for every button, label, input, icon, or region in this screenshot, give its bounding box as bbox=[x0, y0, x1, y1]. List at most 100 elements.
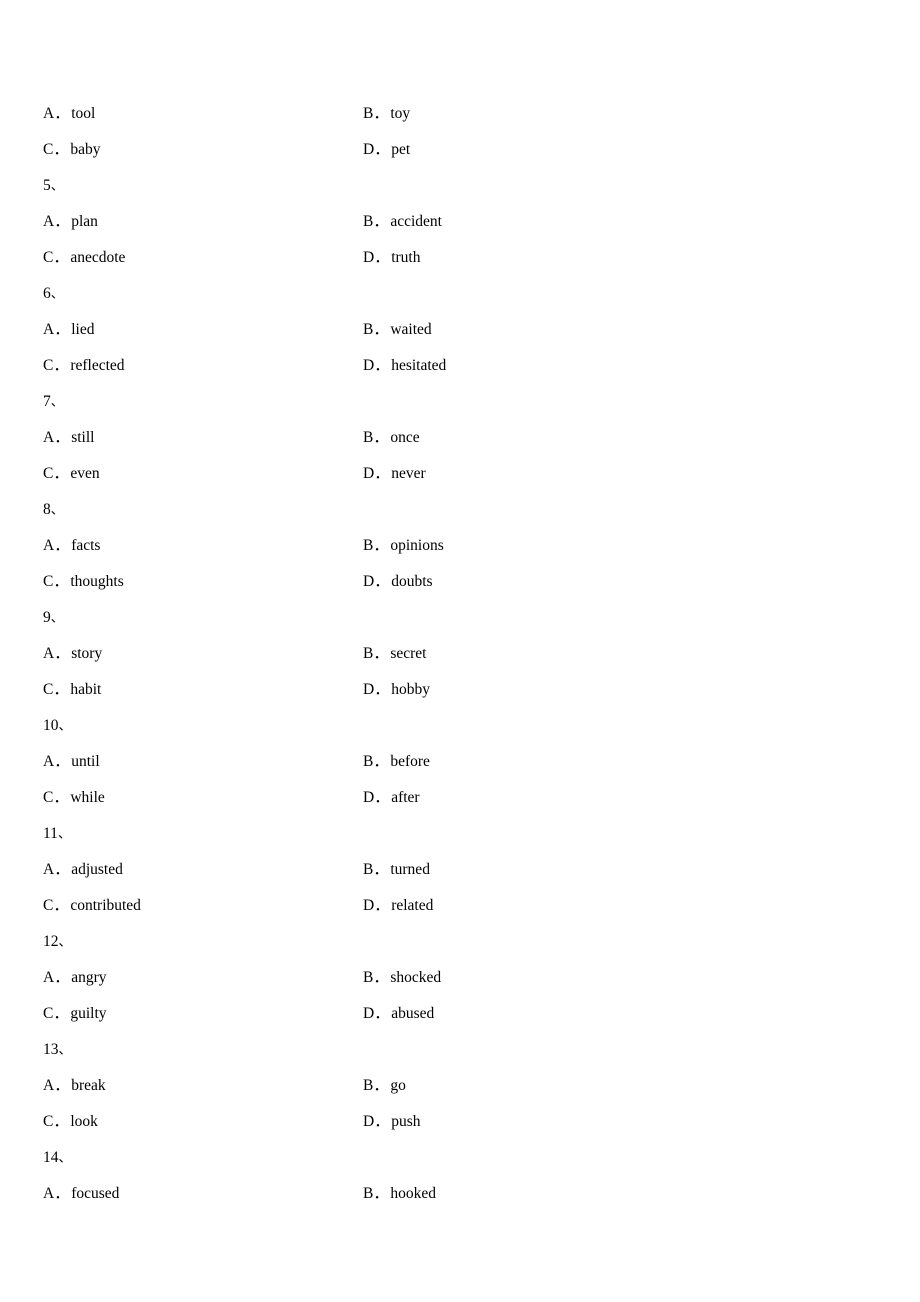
option-text: opinions bbox=[390, 537, 444, 554]
option-letter: B bbox=[363, 969, 374, 986]
option-separator: ． bbox=[53, 249, 69, 266]
option-text: toy bbox=[390, 105, 411, 122]
option-text: lied bbox=[71, 321, 95, 338]
question-marker-icon: 、 bbox=[57, 827, 71, 842]
option-letter: C bbox=[43, 357, 54, 374]
option-separator: ． bbox=[53, 897, 69, 914]
option-letter: C bbox=[43, 141, 54, 158]
option-a[interactable]: A．break bbox=[43, 1068, 106, 1104]
question-number: 7 bbox=[43, 393, 51, 410]
question-number-row: 10、 bbox=[0, 708, 920, 744]
question-number: 11 bbox=[43, 825, 58, 842]
option-d[interactable]: D．hesitated bbox=[363, 348, 446, 384]
question-number: 12 bbox=[43, 933, 59, 950]
option-text: go bbox=[390, 1077, 406, 1094]
option-separator: ． bbox=[53, 681, 69, 698]
option-b[interactable]: B．opinions bbox=[363, 528, 444, 564]
option-text: secret bbox=[390, 645, 427, 662]
option-letter: D bbox=[363, 141, 375, 158]
option-d[interactable]: D．truth bbox=[363, 240, 420, 276]
option-text: plan bbox=[71, 213, 98, 230]
option-letter: D bbox=[363, 1005, 375, 1022]
option-letter: D bbox=[363, 681, 375, 698]
option-row: A．story B．secret bbox=[0, 636, 920, 672]
option-a[interactable]: A．still bbox=[43, 420, 94, 456]
option-letter: A bbox=[43, 969, 55, 986]
option-c[interactable]: C．contributed bbox=[43, 888, 141, 924]
option-a[interactable]: A．lied bbox=[43, 312, 94, 348]
question-number: 8 bbox=[43, 501, 51, 518]
option-c[interactable]: C．reflected bbox=[43, 348, 125, 384]
question-number-row: 12、 bbox=[0, 924, 920, 960]
option-separator: ． bbox=[53, 141, 69, 158]
option-c[interactable]: C．guilty bbox=[43, 996, 107, 1032]
option-separator: ． bbox=[54, 429, 70, 446]
option-text: thoughts bbox=[70, 573, 124, 590]
option-text: after bbox=[391, 789, 420, 806]
option-b[interactable]: B．before bbox=[363, 744, 430, 780]
option-letter: B bbox=[363, 213, 374, 230]
option-text: focused bbox=[71, 1185, 120, 1202]
option-c[interactable]: C．look bbox=[43, 1104, 98, 1140]
option-a[interactable]: A．story bbox=[43, 636, 102, 672]
option-a[interactable]: A．until bbox=[43, 744, 100, 780]
option-text: hesitated bbox=[391, 357, 447, 374]
option-a[interactable]: A．plan bbox=[43, 204, 98, 240]
option-text: hooked bbox=[390, 1185, 436, 1202]
question-list: A．tool B．toy C．baby D．pet 5、 A．plan B．accident… bbox=[0, 96, 920, 1212]
option-a[interactable]: A．angry bbox=[43, 960, 107, 996]
option-separator: ． bbox=[373, 1077, 389, 1094]
option-c[interactable]: C．baby bbox=[43, 132, 100, 168]
option-row: A．angry B．shocked bbox=[0, 960, 920, 996]
option-b[interactable]: B．toy bbox=[363, 96, 410, 132]
option-text: push bbox=[391, 1113, 421, 1130]
option-text: abused bbox=[391, 1005, 435, 1022]
option-d[interactable]: D．abused bbox=[363, 996, 434, 1032]
option-row: C．thoughts D．doubts bbox=[0, 564, 920, 600]
option-separator: ． bbox=[373, 753, 389, 770]
option-b[interactable]: B．waited bbox=[363, 312, 432, 348]
option-letter: B bbox=[363, 537, 374, 554]
option-d[interactable]: D．pet bbox=[363, 132, 410, 168]
question-number-row: 5、 bbox=[0, 168, 920, 204]
option-letter: A bbox=[43, 753, 55, 770]
option-text: waited bbox=[390, 321, 432, 338]
option-d[interactable]: D．doubts bbox=[363, 564, 433, 600]
option-row: C．habit D．hobby bbox=[0, 672, 920, 708]
option-text: guilty bbox=[70, 1005, 107, 1022]
option-letter: B bbox=[363, 105, 374, 122]
option-d[interactable]: D．push bbox=[363, 1104, 421, 1140]
option-c[interactable]: C．thoughts bbox=[43, 564, 124, 600]
option-b[interactable]: B．shocked bbox=[363, 960, 441, 996]
question-number: 9 bbox=[43, 609, 51, 626]
option-letter: C bbox=[43, 249, 54, 266]
option-b[interactable]: B．accident bbox=[363, 204, 442, 240]
option-a[interactable]: A．adjusted bbox=[43, 852, 123, 888]
option-letter: A bbox=[43, 213, 55, 230]
option-a[interactable]: A．focused bbox=[43, 1176, 119, 1212]
option-a[interactable]: A．facts bbox=[43, 528, 100, 564]
option-d[interactable]: D．never bbox=[363, 456, 426, 492]
option-text: adjusted bbox=[71, 861, 123, 878]
option-separator: ． bbox=[373, 537, 389, 554]
option-b[interactable]: B．hooked bbox=[363, 1176, 436, 1212]
option-letter: C bbox=[43, 789, 54, 806]
option-text: shocked bbox=[390, 969, 442, 986]
option-c[interactable]: C．while bbox=[43, 780, 105, 816]
option-b[interactable]: B．go bbox=[363, 1068, 406, 1104]
option-b[interactable]: B．secret bbox=[363, 636, 426, 672]
option-separator: ． bbox=[373, 645, 389, 662]
option-text: turned bbox=[390, 861, 430, 878]
option-d[interactable]: D．hobby bbox=[363, 672, 430, 708]
option-letter: D bbox=[363, 573, 375, 590]
option-c[interactable]: C．even bbox=[43, 456, 100, 492]
option-letter: A bbox=[43, 861, 55, 878]
option-d[interactable]: D．related bbox=[363, 888, 433, 924]
option-d[interactable]: D．after bbox=[363, 780, 420, 816]
option-c[interactable]: C．anecdote bbox=[43, 240, 125, 276]
option-c[interactable]: C．habit bbox=[43, 672, 101, 708]
option-a[interactable]: A．tool bbox=[43, 96, 95, 132]
option-separator: ． bbox=[373, 429, 389, 446]
option-b[interactable]: B．once bbox=[363, 420, 420, 456]
option-b[interactable]: B．turned bbox=[363, 852, 430, 888]
